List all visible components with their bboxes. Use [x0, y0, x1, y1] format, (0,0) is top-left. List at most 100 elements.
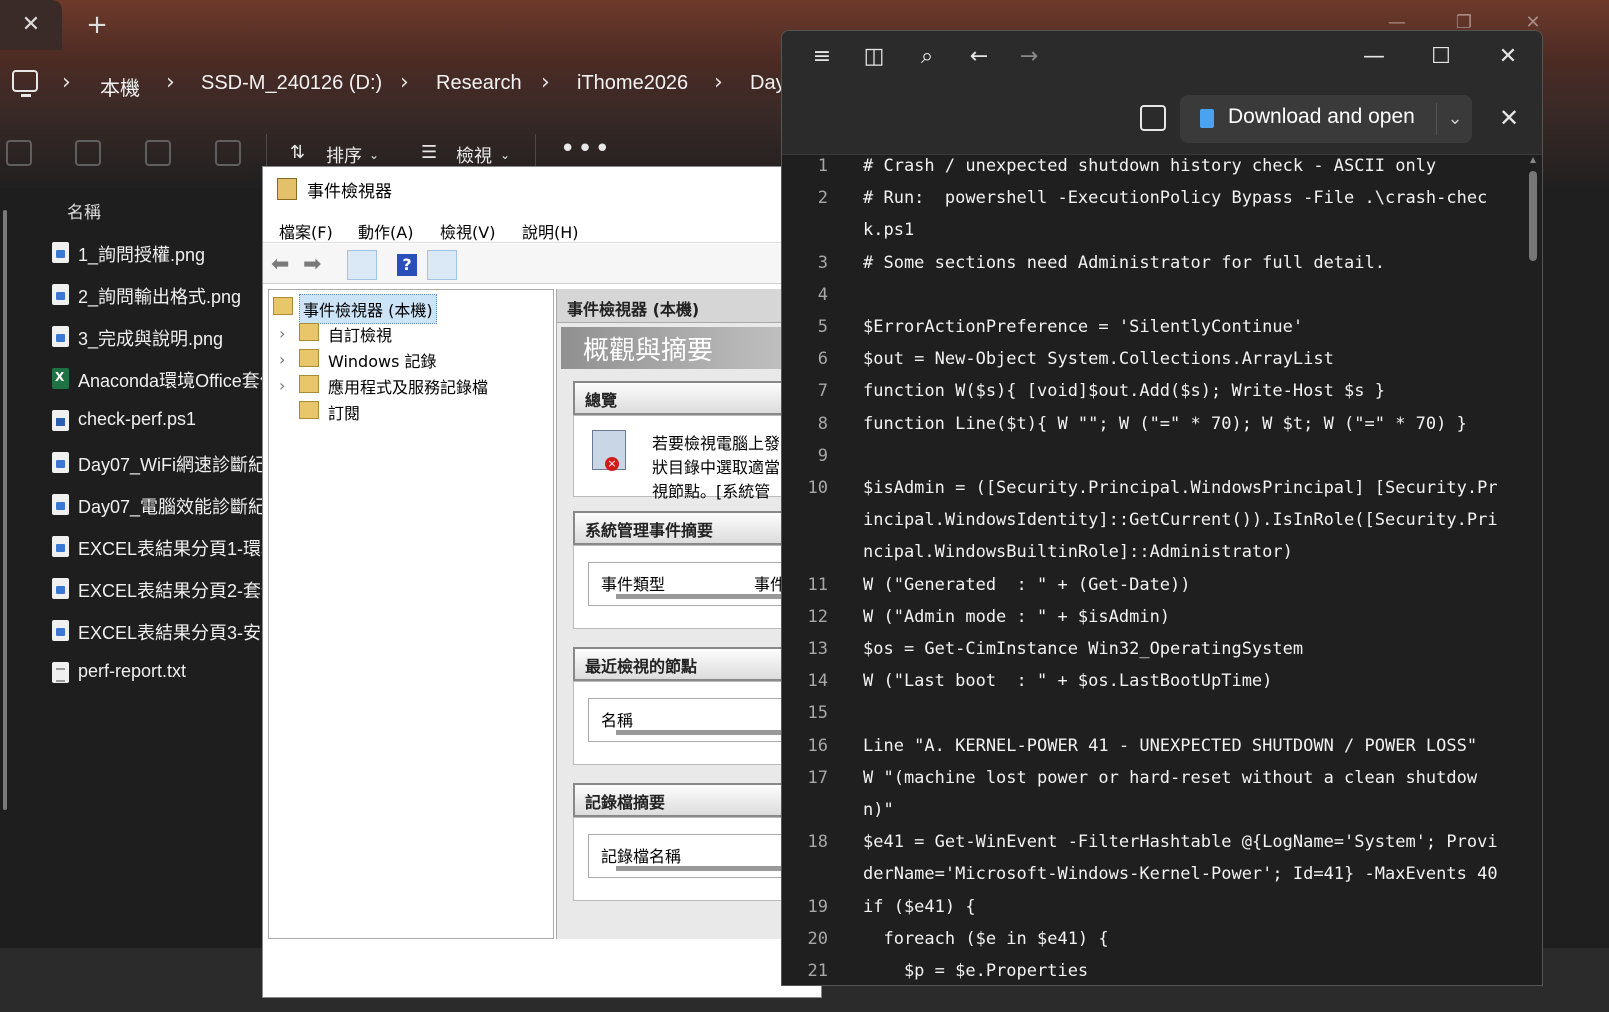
rename-icon[interactable] [75, 140, 101, 166]
chevron-right-icon[interactable]: › [62, 70, 71, 95]
forward-arrow-icon[interactable]: ➡ [303, 254, 329, 276]
code-line: W ("Admin mode : " + $isAdmin) [863, 607, 1171, 627]
code-line: function W($s){ [void]$out.Add($s); Writ… [863, 381, 1385, 401]
chevron-down-icon[interactable]: ⌄ [1438, 103, 1472, 135]
file-row[interactable]: perf-report.txt [50, 655, 280, 691]
breadcrumb-ithome2026[interactable]: iThome2026 [577, 72, 688, 95]
sidebar-icon[interactable]: ◫ [860, 43, 888, 71]
code-line: W ("Generated : " + (Get-Date)) [863, 575, 1191, 595]
copy-icon[interactable] [1140, 105, 1166, 131]
expand-icon[interactable]: › [279, 324, 285, 343]
chevron-down-icon[interactable]: ⌄ [369, 148, 379, 162]
file-row[interactable]: EXCEL表結果分頁2-套件 [50, 571, 280, 607]
code-line: foreach ($e in $e41) { [863, 929, 1109, 949]
back-icon[interactable]: ← [965, 43, 993, 71]
view-button[interactable]: 檢視 [456, 142, 492, 168]
tree-label: 自訂檢視 [328, 326, 393, 345]
line-number: 9 [817, 446, 828, 466]
scroll-up-icon[interactable] [1530, 157, 1536, 163]
show-hide-tree-button[interactable] [347, 250, 377, 280]
tab-close-icon[interactable]: ✕ [14, 8, 48, 42]
column-header-name[interactable]: 名稱 [601, 707, 633, 731]
file-row[interactable]: 2_詢問輸出格式.png [50, 277, 280, 313]
explorer-tab[interactable]: ✕ [0, 0, 62, 50]
menu-view[interactable]: 檢視(V) [440, 219, 495, 243]
close-preview-icon[interactable]: ✕ [1496, 105, 1522, 131]
line-number: 20 [807, 929, 828, 949]
event-log-error-icon [592, 430, 626, 471]
name-column-header[interactable]: 名稱 [67, 198, 101, 223]
breadcrumb-drive[interactable]: SSD-M_240126 (D:) [201, 72, 382, 95]
show-hide-action-pane-button[interactable] [427, 250, 457, 280]
view-icon[interactable]: ☰ [421, 142, 437, 163]
code-line: $ErrorActionPreference = 'SilentlyContin… [863, 317, 1304, 337]
menu-icon[interactable]: ≡ [808, 43, 836, 71]
file-icon [1200, 109, 1214, 128]
code-scrollbar-thumb[interactable] [1529, 171, 1537, 261]
address-bar[interactable]: › 本機 › SSD-M_240126 (D:) › Research › iT… [0, 58, 800, 114]
maximize-button[interactable]: ☐ [1427, 43, 1455, 71]
share-icon[interactable] [145, 140, 171, 166]
section-title: 總覽 [585, 391, 618, 410]
breadcrumb-research[interactable]: Research [436, 72, 522, 95]
new-tab-button[interactable]: + [80, 8, 114, 42]
chevron-down-icon[interactable]: ⌄ [500, 148, 510, 162]
paste-icon[interactable] [6, 140, 32, 166]
more-options-button[interactable]: ••• [560, 134, 612, 164]
tree-label: 訂閱 [328, 404, 361, 423]
file-row[interactable]: check-perf.ps1 [50, 403, 280, 439]
file-row[interactable]: Anaconda環境Office套件 [50, 361, 280, 397]
file-row[interactable]: 1_詢問授權.png [50, 235, 280, 271]
delete-icon[interactable] [215, 140, 241, 166]
back-arrow-icon[interactable]: ⬅ [271, 254, 297, 276]
code-line: $e41 = Get-WinEvent -FilterHashtable @{L… [863, 832, 1498, 852]
chevron-right-icon[interactable]: › [400, 70, 409, 95]
menu-file[interactable]: 檔案(F) [279, 219, 333, 243]
code-line: derName='Microsoft-Windows-Kernel-Power'… [863, 864, 1498, 884]
menu-help[interactable]: 說明(H) [522, 219, 579, 243]
line-number: 16 [807, 736, 828, 756]
sort-icon[interactable]: ⇅ [290, 142, 305, 163]
file-row[interactable]: EXCEL表結果分頁1-環境 [50, 529, 280, 565]
expand-icon[interactable]: › [279, 350, 285, 369]
event-viewer-titlebar[interactable]: 事件檢視器 [263, 167, 823, 211]
overview-text: 若要檢視電腦上發 [652, 434, 781, 453]
breadcrumb-this-pc[interactable]: 本機 [100, 72, 140, 101]
forward-icon[interactable]: → [1015, 43, 1043, 71]
file-row[interactable]: 3_完成與說明.png [50, 319, 280, 355]
pane-header-title: 事件檢視器 (本機) [567, 300, 700, 319]
download-and-open-button[interactable]: Download and open ⌄ [1180, 95, 1472, 143]
explorer-scrollbar[interactable] [3, 210, 7, 810]
chevron-right-icon[interactable]: › [714, 70, 723, 95]
file-row[interactable]: Day07_WiFi網速診斷紀錄 [50, 445, 280, 481]
file-name: Day07_WiFi網速診斷紀錄 [78, 455, 280, 475]
chevron-right-icon[interactable]: › [166, 70, 175, 95]
line-number: 8 [817, 414, 828, 434]
computer-icon[interactable] [12, 70, 38, 97]
search-icon[interactable]: ⌕ [913, 43, 941, 71]
menu-action[interactable]: 動作(A) [358, 219, 413, 243]
line-number: 10 [807, 478, 828, 498]
code-view[interactable]: 1 # Crash / unexpected shutdown history c… [782, 155, 1542, 985]
line-number: 6 [817, 349, 828, 369]
line-number: 15 [807, 703, 828, 723]
file-row[interactable]: Day07_電腦效能診斷紀錄 [50, 487, 280, 523]
folder-icon [299, 323, 319, 341]
close-button[interactable]: ✕ [1494, 43, 1522, 71]
file-row[interactable]: EXCEL表結果分頁3-安裝 [50, 613, 280, 649]
section-title: 記錄檔摘要 [585, 793, 666, 812]
subscription-icon [299, 401, 319, 419]
column-header-log-name[interactable]: 記錄檔名稱 [601, 843, 681, 867]
sort-button[interactable]: 排序 [326, 142, 362, 168]
help-icon[interactable]: ? [397, 254, 417, 276]
minimize-button[interactable]: — [1360, 43, 1388, 71]
file-name: EXCEL表結果分頁3-安裝 [78, 623, 280, 643]
image-file-icon [52, 284, 69, 305]
overview-text: 視節點。[系統管 [652, 482, 771, 501]
line-number: 1 [817, 156, 828, 176]
file-preview-window: ≡ ◫ ⌕ ← → — ☐ ✕ Download and open ⌄ ✕ 1 #… [781, 30, 1543, 986]
chevron-right-icon[interactable]: › [541, 70, 550, 95]
download-button-label: Download and open [1228, 105, 1415, 128]
column-header-event-type[interactable]: 事件類型 [601, 571, 665, 595]
expand-icon[interactable]: › [279, 376, 285, 395]
